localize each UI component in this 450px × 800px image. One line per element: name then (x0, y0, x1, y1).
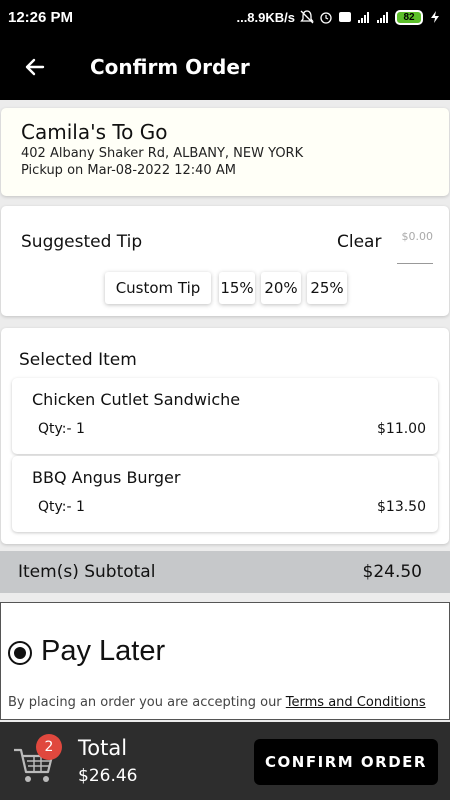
page-title: Confirm Order (90, 55, 250, 79)
restaurant-name: Camila's To Go (21, 120, 168, 144)
pay-later-radio[interactable] (8, 641, 32, 665)
pay-later-label[interactable]: Pay Later (41, 635, 165, 668)
bottom-bar: 2 Total $26.46 CONFIRM ORDER (0, 722, 450, 800)
tip-25-button[interactable]: 25% (307, 272, 347, 304)
total-value: $26.46 (78, 766, 138, 786)
signal-icon (358, 12, 369, 23)
list-item: BBQ Angus Burger Qty:- 1 $13.50 (12, 456, 438, 532)
custom-tip-button[interactable]: Custom Tip (105, 272, 211, 304)
status-icons: ...8.9KB/s 82 (236, 9, 442, 25)
volte-icon (339, 12, 351, 22)
status-bar: 12:26 PM ...8.9KB/s 82 (0, 0, 450, 34)
item-price: $11.00 (377, 421, 426, 437)
payment-card: Pay Later By placing an order you are ac… (0, 602, 450, 720)
terms-link[interactable]: Terms and Conditions (286, 695, 426, 710)
radio-selected-dot (14, 647, 26, 659)
alarm-icon (320, 12, 332, 24)
tip-amount-input[interactable]: $0.00 (397, 230, 433, 264)
app-bar: Confirm Order (0, 34, 450, 100)
list-item: Chicken Cutlet Sandwiche Qty:- 1 $11.00 (12, 378, 438, 454)
item-name: BBQ Angus Burger (32, 468, 181, 487)
confirm-order-button[interactable]: CONFIRM ORDER (254, 739, 438, 785)
network-speed: ...8.9KB/s (236, 9, 295, 25)
pickup-time: Pickup on Mar-08-2022 12:40 AM (21, 163, 236, 178)
tip-clear-button[interactable]: Clear (337, 232, 381, 252)
item-qty: Qty:- 1 (38, 421, 85, 437)
subtotal-value: $24.50 (362, 562, 422, 582)
restaurant-address: 402 Albany Shaker Rd, ALBANY, NEW YORK (21, 146, 304, 161)
back-button[interactable] (0, 34, 70, 100)
restaurant-card: Camila's To Go 402 Albany Shaker Rd, ALB… (1, 108, 449, 196)
signal-icon-2 (377, 12, 388, 23)
item-name: Chicken Cutlet Sandwiche (32, 390, 241, 409)
subtotal-label: Item(s) Subtotal (18, 562, 156, 582)
back-arrow-icon (25, 58, 45, 76)
selected-items-card: Selected Item Chicken Cutlet Sandwiche Q… (1, 328, 449, 544)
tip-card: Suggested Tip Clear $0.00 Custom Tip 15%… (1, 206, 449, 316)
cart-button[interactable]: 2 (12, 734, 62, 784)
status-time: 12:26 PM (8, 8, 74, 26)
subtotal-bar: Item(s) Subtotal $24.50 (0, 551, 450, 593)
total-label: Total (78, 736, 128, 760)
terms-notice: By placing an order you are accepting ou… (8, 695, 426, 710)
selected-items-title: Selected Item (19, 350, 137, 370)
tip-20-button[interactable]: 20% (261, 272, 301, 304)
item-qty: Qty:- 1 (38, 499, 85, 515)
item-price: $13.50 (377, 499, 426, 515)
charging-icon (431, 11, 439, 23)
mute-bell-icon (300, 10, 314, 24)
cart-count-badge: 2 (36, 734, 62, 760)
battery-icon: 82 (395, 9, 423, 25)
tip-title: Suggested Tip (21, 232, 143, 252)
terms-prefix: By placing an order you are accepting ou… (8, 695, 282, 710)
tip-15-button[interactable]: 15% (219, 272, 255, 304)
